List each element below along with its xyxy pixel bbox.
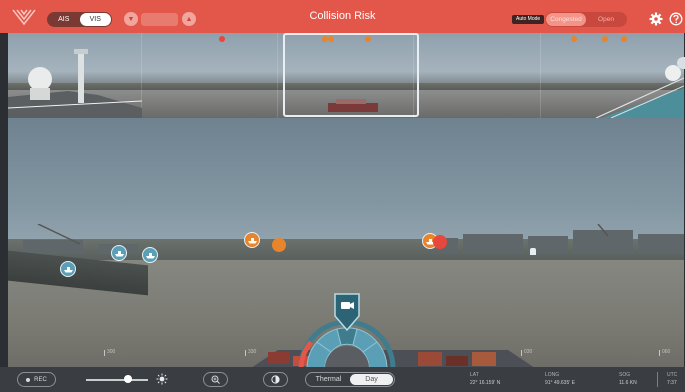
sensor-option-vis[interactable]: VIS: [79, 13, 111, 26]
long-value: 91° 49.635' E: [545, 380, 575, 386]
buoy-marker: [530, 248, 536, 255]
readout-divider: [657, 372, 658, 387]
settings-button[interactable]: [647, 10, 665, 28]
rec-label: REC: [34, 376, 47, 383]
sensor-option-ais[interactable]: AIS: [48, 13, 80, 26]
ship-icon: [63, 266, 73, 272]
utc-value: 7:37: [667, 380, 677, 386]
ship-icon: [114, 250, 124, 256]
bearing-tick: [521, 350, 522, 356]
camera-view[interactable]: [8, 118, 684, 367]
top-bar: AIS VIS ▼ ▲ Collision Risk Auto Mode Con…: [0, 0, 685, 33]
bearing-tick-label: 300: [107, 349, 116, 355]
range-down-button[interactable]: ▼: [124, 12, 138, 26]
help-icon: [669, 12, 683, 26]
view-option-thermal[interactable]: Thermal: [307, 374, 350, 385]
camera-ptz-control[interactable]: [297, 290, 397, 367]
range-field[interactable]: [141, 13, 178, 26]
sog-label: SOG: [619, 372, 631, 378]
panorama-scroll-handle[interactable]: [677, 57, 685, 69]
brightness-slider-track[interactable]: [86, 379, 148, 381]
bearing-tick: [659, 350, 660, 356]
view-mode-toggle[interactable]: Thermal Day: [305, 372, 395, 387]
bearing-tick: [245, 350, 246, 356]
target-marker-ship[interactable]: [142, 247, 158, 263]
zoom-in-button[interactable]: [203, 372, 228, 387]
mode-toggle[interactable]: Congested Open: [545, 12, 627, 27]
own-ship-superstructure: [8, 49, 142, 118]
rec-button[interactable]: REC: [17, 372, 56, 387]
target-marker-ship[interactable]: [111, 245, 127, 261]
bearing-tick-label: 060: [662, 349, 671, 355]
help-button[interactable]: [667, 10, 685, 28]
brightness-slider-knob[interactable]: [124, 375, 132, 383]
triangle-down-icon: ▼: [127, 15, 135, 23]
bearing-tick: [104, 350, 105, 356]
auto-mode-badge: Auto Mode: [512, 15, 545, 24]
panorama-tile: [142, 33, 278, 118]
long-readout: LONG 91° 49.635' E: [545, 371, 575, 387]
view-option-day[interactable]: Day: [350, 374, 393, 385]
own-ship-railing: [595, 65, 684, 118]
contrast-button[interactable]: [263, 372, 288, 387]
panorama-target-marker[interactable]: [621, 36, 627, 42]
target-marker-ship[interactable]: [244, 232, 260, 248]
utc-readout: UTC 7:37: [667, 371, 677, 387]
record-dot-icon: [26, 377, 31, 382]
bottom-bar: REC Thermal Day LAT 22° 16.159' N LONG 9…: [0, 367, 685, 392]
target-marker[interactable]: [272, 238, 286, 252]
panorama-target-marker[interactable]: [571, 36, 577, 42]
mode-option-open[interactable]: Open: [586, 13, 626, 26]
far-shore-industry: [23, 224, 684, 254]
panorama-tile: [414, 33, 541, 118]
panorama-viewfinder[interactable]: [283, 33, 419, 117]
range-up-button[interactable]: ▲: [182, 12, 196, 26]
sog-readout: SOG 11.6 KN: [619, 371, 637, 387]
target-marker[interactable]: [433, 235, 447, 249]
utc-label: UTC: [667, 372, 678, 378]
sensor-toggle[interactable]: AIS VIS: [47, 12, 112, 27]
lat-value: 22° 16.159' N: [470, 380, 501, 386]
bearing-tick-label: 330: [248, 349, 257, 355]
lat-readout: LAT 22° 16.159' N: [470, 371, 500, 387]
long-label: LONG: [545, 372, 560, 378]
panorama-target-marker[interactable]: [602, 36, 608, 42]
ship-icon: [145, 252, 155, 258]
gear-icon: [649, 12, 663, 26]
ship-icon: [247, 237, 257, 243]
zoom-in-icon: [211, 375, 220, 384]
contrast-icon: [271, 375, 280, 384]
camera-icon: [341, 302, 354, 309]
triangle-up-icon: ▲: [185, 15, 193, 23]
bearing-tick-label: 030: [524, 349, 533, 355]
panorama-target-marker[interactable]: [219, 36, 225, 42]
sog-value: 11.6 KN: [619, 380, 637, 386]
mode-option-congested[interactable]: Congested: [546, 13, 586, 26]
app-logo-icon: [12, 9, 36, 26]
sun-icon: [156, 373, 168, 385]
lat-label: LAT: [470, 372, 479, 378]
target-marker-ship[interactable]: [60, 261, 76, 277]
